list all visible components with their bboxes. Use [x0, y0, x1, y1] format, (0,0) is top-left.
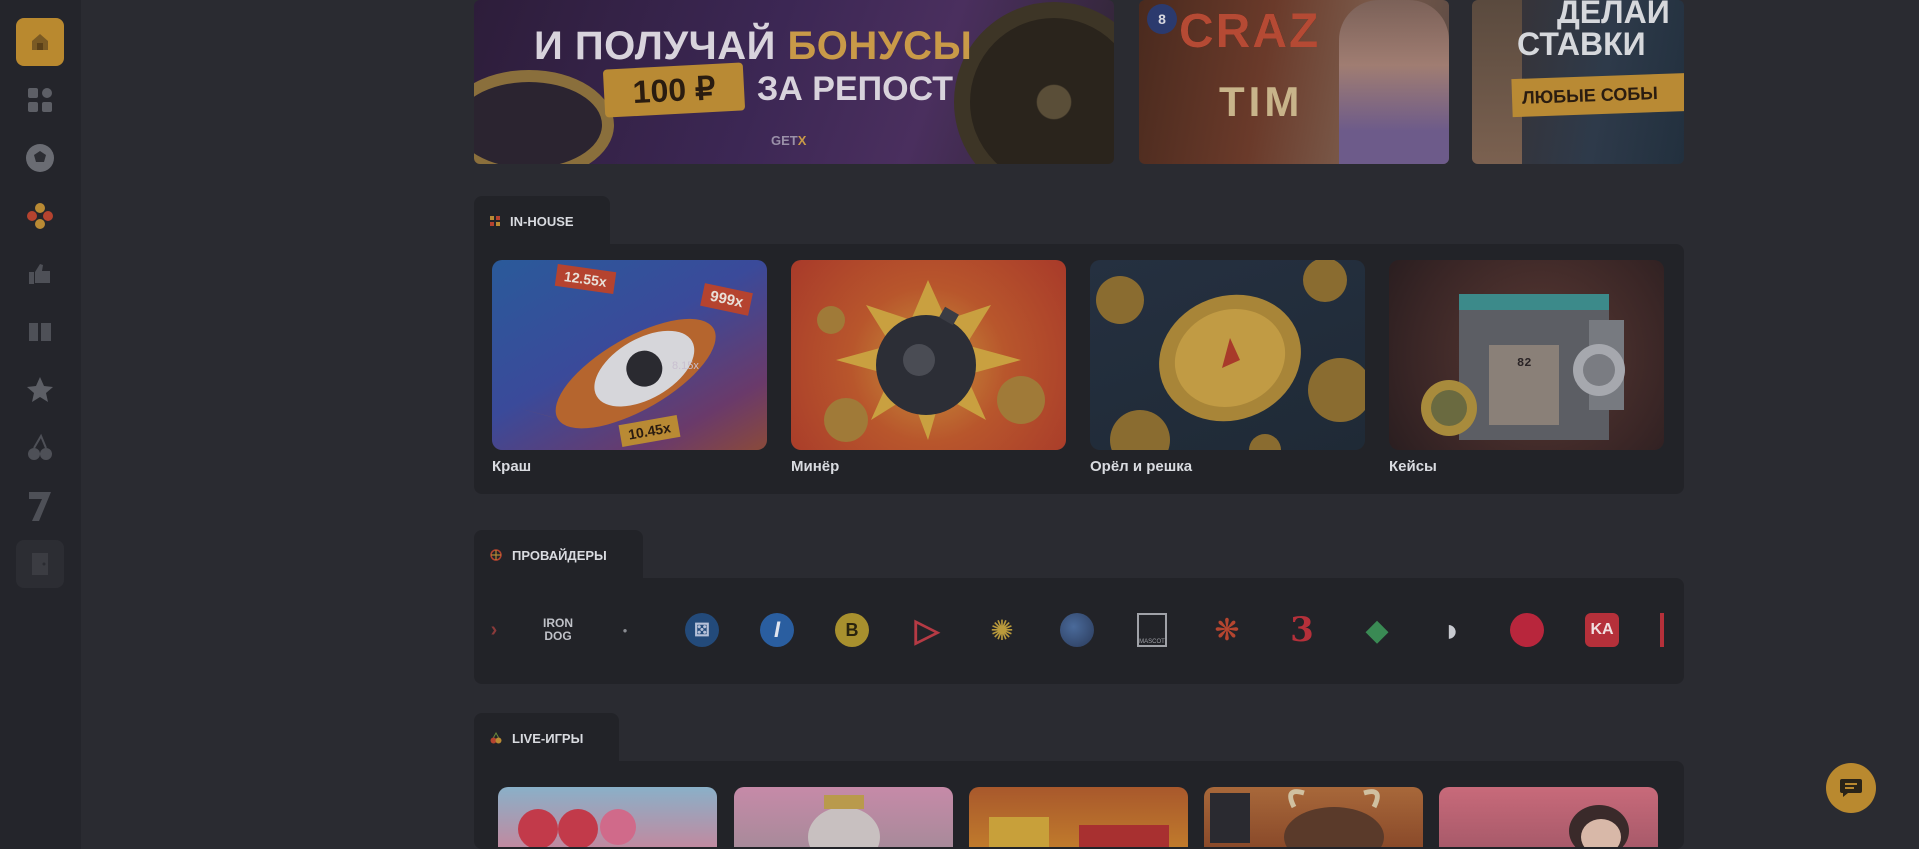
promo-banner-bets[interactable]: ДЕЛАЙ СТАВКИ ЛЮБЫЕ СОБЫ	[1472, 0, 1684, 164]
crash-thumbnail: 12.55x 999x 8.15x 10.45x	[492, 260, 767, 450]
sidebar	[0, 0, 81, 849]
cherries-icon	[28, 433, 52, 460]
seven-icon	[29, 492, 51, 521]
door-icon	[32, 553, 48, 575]
game-label: Кейсы	[1389, 458, 1437, 475]
sidebar-item-sevens[interactable]	[16, 482, 64, 530]
bonus-ticket: 100 ₽	[602, 62, 746, 118]
grid-small-icon	[490, 216, 500, 226]
game-card-cases[interactable]: 82 Кейсы	[1389, 260, 1664, 475]
star-icon	[27, 377, 53, 402]
provider-logo-pac[interactable]: ◗	[1434, 612, 1470, 648]
home-icon	[32, 34, 48, 50]
provider-logo-dice[interactable]: ⚄	[684, 612, 720, 648]
banner-line-2: СТАВКИ	[1517, 26, 1646, 62]
live-panel	[474, 761, 1684, 849]
provider-logo-red-dot[interactable]	[1509, 612, 1545, 648]
provider-logo-diamond[interactable]: ◆	[1359, 612, 1395, 648]
sidebar-item-sports[interactable]	[16, 134, 64, 182]
providers-section: ПРОВАЙДЕРЫ › IRON DOG ● ⚄ I B ▷ ✺ ● MASC…	[474, 530, 1684, 685]
provider-logo-i[interactable]: I	[759, 612, 795, 648]
inhouse-panel: 12.55x 999x 8.15x 10.45x Краш Минёр Орёл…	[474, 244, 1684, 494]
banner-subline: ЗА РЕПОСТ	[757, 70, 954, 108]
main-content: И ПОЛУЧАЙ БОНУСЫ 100 ₽ ЗА РЕПОСТ GETX 8 …	[81, 0, 1919, 849]
sidebar-item-home[interactable]	[16, 18, 64, 66]
coin-flip-thumbnail	[1090, 260, 1365, 450]
provider-logo-b[interactable]: B	[834, 612, 870, 648]
banner-tag: ЛЮБЫЕ СОБЫ	[1511, 72, 1684, 118]
provider-logo-partial-right[interactable]	[1660, 612, 1664, 648]
live-section: LIVE-ИГРЫ	[474, 713, 1684, 849]
globe-icon	[490, 549, 502, 561]
banner-title: CRAZ	[1179, 5, 1321, 58]
live-game-card[interactable]	[1204, 787, 1423, 847]
providers-tab[interactable]: ПРОВАЙДЕРЫ	[474, 530, 643, 580]
banner-subtitle: TIM	[1219, 78, 1304, 125]
live-title: LIVE-ИГРЫ	[512, 730, 584, 746]
book-icon	[29, 323, 51, 341]
miner-thumbnail	[791, 260, 1066, 450]
providers-panel: › IRON DOG ● ⚄ I B ▷ ✺ ● MASCOT ❋ 3 ◆ ◗ …	[474, 578, 1684, 684]
grid-icon	[28, 88, 52, 112]
sidebar-item-exit[interactable]	[16, 540, 64, 588]
provider-logo-mascot[interactable]: MASCOT	[1134, 612, 1170, 648]
billiard-ball: 8	[1147, 4, 1177, 34]
sidebar-item-favorites[interactable]	[16, 366, 64, 414]
promo-banner-crazy-time[interactable]: 8 CRAZ TIM	[1139, 0, 1449, 164]
game-card-miner[interactable]: Минёр	[791, 260, 1066, 475]
chat-icon	[1840, 779, 1862, 797]
banner-headline: И ПОЛУЧАЙ БОНУСЫ	[534, 24, 973, 68]
cases-thumbnail: 82	[1389, 260, 1664, 450]
soccer-ball-icon	[26, 144, 54, 172]
host-image	[1339, 0, 1449, 164]
provider-logo-globe[interactable]: ●	[1059, 612, 1095, 648]
provider-logo-partial-left[interactable]: ›	[488, 612, 500, 648]
provider-logo-sun[interactable]: ✺	[984, 612, 1020, 648]
sidebar-item-popular[interactable]	[16, 250, 64, 298]
game-label: Орёл и решка	[1090, 458, 1193, 475]
sidebar-item-categories[interactable]	[16, 76, 64, 124]
live-tab[interactable]: LIVE-ИГРЫ	[474, 713, 620, 763]
live-game-card[interactable]	[969, 787, 1188, 847]
cherries-small-icon	[490, 732, 502, 744]
case-counter: 82	[1517, 356, 1532, 370]
inhouse-section: IN-HOUSE 12.55x 999x 8.15x 10.45x Краш М…	[474, 196, 1684, 498]
provider-logo-ka[interactable]: KA	[1584, 612, 1620, 648]
inhouse-tab[interactable]: IN-HOUSE	[474, 196, 610, 246]
multiplier-tag: 8.15x	[672, 360, 699, 372]
provider-logo-tree[interactable]: ❋	[1209, 612, 1245, 648]
inhouse-title: IN-HOUSE	[510, 213, 574, 229]
game-label: Краш	[492, 458, 532, 475]
flower-icon	[27, 203, 53, 229]
chips-decoration	[474, 70, 614, 164]
live-game-card[interactable]	[498, 787, 717, 847]
sidebar-item-slots[interactable]	[16, 424, 64, 472]
brand-logo: GETX	[771, 133, 807, 148]
live-game-card[interactable]	[734, 787, 953, 847]
game-card-coin-flip[interactable]: Орёл и решка	[1090, 260, 1365, 475]
provider-logo-play[interactable]: ▷	[909, 612, 945, 648]
provider-logo-three[interactable]: 3	[1284, 610, 1320, 650]
game-card-crash[interactable]: 12.55x 999x 8.15x 10.45x Краш	[492, 260, 767, 475]
chat-button[interactable]	[1826, 763, 1876, 813]
game-label: Минёр	[791, 458, 840, 475]
provider-logo-small[interactable]: ●	[610, 612, 640, 648]
sidebar-item-games[interactable]	[16, 192, 64, 240]
promo-banner-repost[interactable]: И ПОЛУЧАЙ БОНУСЫ 100 ₽ ЗА РЕПОСТ GETX	[474, 0, 1114, 164]
live-game-card[interactable]	[1439, 787, 1658, 847]
providers-title: ПРОВАЙДЕРЫ	[512, 547, 607, 563]
roulette-wheel-decoration	[954, 2, 1114, 164]
sidebar-item-book[interactable]	[16, 308, 64, 356]
provider-logo-iron-dog[interactable]: IRON DOG	[536, 612, 580, 648]
thumbs-up-icon	[29, 264, 50, 284]
